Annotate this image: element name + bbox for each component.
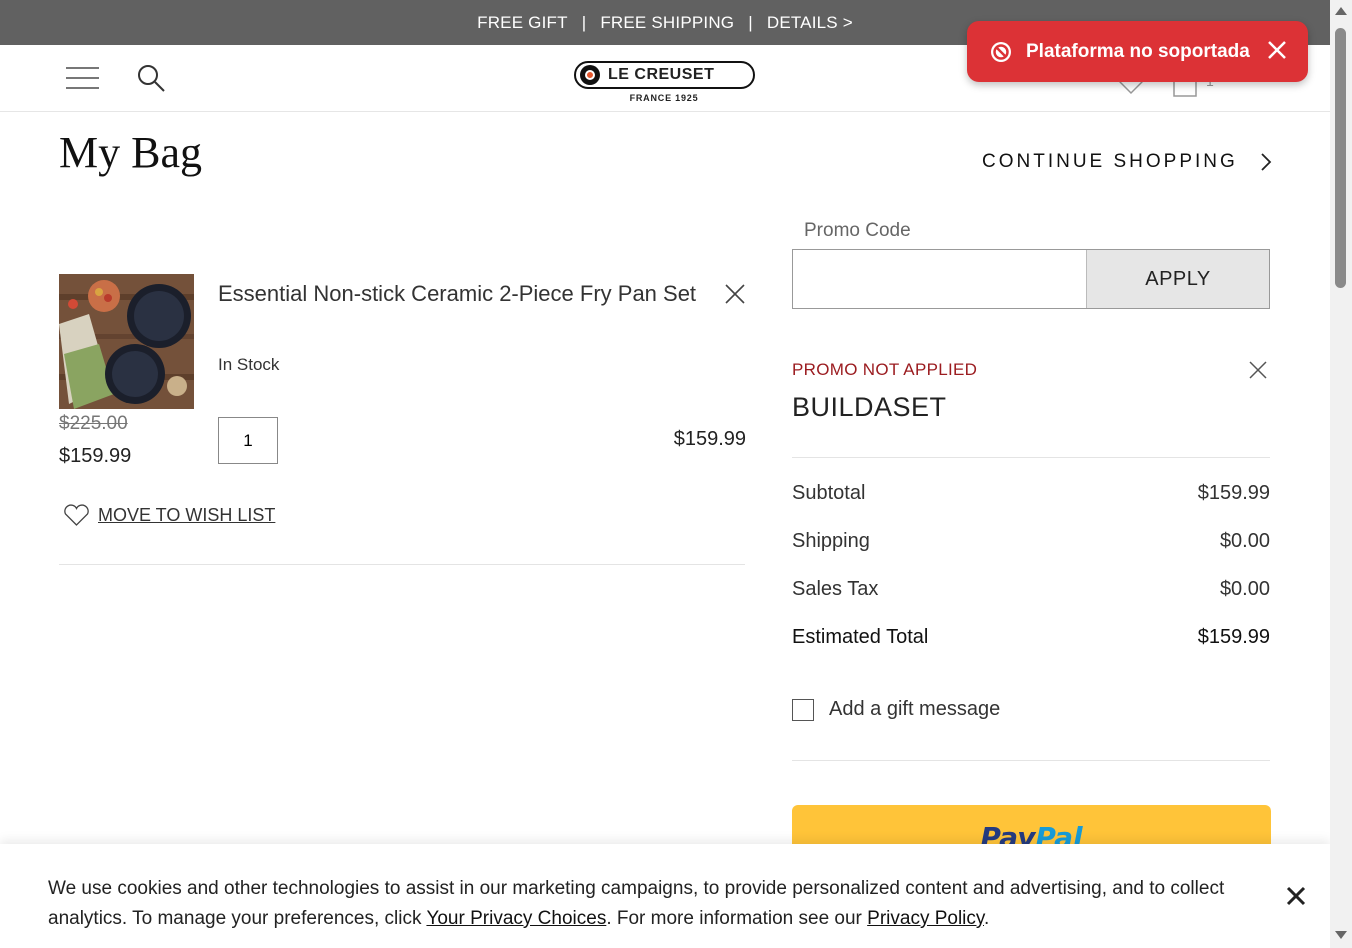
estimated-total-value: $159.99: [1197, 626, 1270, 648]
stock-status: In Stock: [218, 355, 280, 374]
sales-tax-label: Sales Tax: [792, 578, 879, 600]
brand-logo[interactable]: LE CREUSET FRANCE 1925: [574, 61, 756, 109]
divider: [792, 457, 1270, 458]
gift-message-checkbox[interactable]: [792, 698, 814, 721]
gift-message-label: Add a gift message: [829, 698, 1001, 720]
scroll-thumb[interactable]: [1335, 28, 1346, 288]
gift-message-option[interactable]: Add a gift message: [792, 698, 1000, 721]
product-image[interactable]: [59, 274, 194, 409]
applied-promo-code: BUILDASET: [792, 392, 947, 422]
heart-icon: [64, 504, 89, 526]
estimated-total-label: Estimated Total: [792, 626, 929, 648]
original-price: $225.00: [59, 413, 128, 434]
line-total-price: $159.99: [673, 428, 746, 450]
subtotal-label: Subtotal: [792, 482, 866, 504]
sales-tax-value: $0.00: [1219, 578, 1270, 600]
chevron-right-icon: [1261, 153, 1272, 171]
scroll-down-arrow-icon[interactable]: [1335, 931, 1347, 939]
estimated-total-row: Estimated Total $159.99: [792, 626, 1270, 649]
continue-shopping-link[interactable]: CONTINUE SHOPPING: [982, 151, 1272, 173]
page-scrollbar[interactable]: [1330, 0, 1352, 948]
shipping-row: Shipping $0.00: [792, 530, 1270, 553]
scroll-up-arrow-icon[interactable]: [1335, 7, 1347, 15]
search-icon[interactable]: [136, 63, 166, 93]
subtotal-value: $159.99: [1197, 482, 1270, 504]
divider: [792, 760, 1270, 761]
product-name-link[interactable]: Essential Non-stick Ceramic 2-Piece Fry …: [218, 276, 698, 312]
cookie-message: We use cookies and other technologies to…: [48, 874, 1238, 934]
apply-promo-button[interactable]: APPLY: [1086, 250, 1269, 308]
promo-code-label: Promo Code: [804, 220, 911, 241]
menu-icon[interactable]: [66, 67, 99, 89]
privacy-choices-link[interactable]: Your Privacy Choices: [426, 908, 606, 929]
logo-subtitle: FRANCE 1925: [629, 93, 699, 103]
remove-promo-icon[interactable]: [1247, 359, 1269, 381]
subtotal-row: Subtotal $159.99: [792, 482, 1270, 505]
remove-item-icon[interactable]: [724, 283, 746, 305]
divider: [59, 564, 745, 565]
promo-code-form: APPLY: [792, 249, 1270, 309]
page-title: My Bag: [59, 128, 202, 177]
move-to-wishlist[interactable]: MOVE TO WISH LIST: [63, 504, 275, 527]
error-toast: Plataforma no soportada: [967, 21, 1308, 82]
quantity-input[interactable]: [218, 417, 278, 464]
cookie-banner: We use cookies and other technologies to…: [0, 844, 1330, 948]
banner-separator: |: [748, 12, 753, 32]
free-gift-link[interactable]: FREE GIFT: [477, 13, 568, 33]
banner-separator: |: [581, 12, 587, 32]
free-shipping-link[interactable]: FREE SHIPPING: [600, 13, 734, 33]
close-cookie-icon[interactable]: [1284, 884, 1308, 908]
blocked-icon: [991, 41, 1011, 62]
shipping-label: Shipping: [792, 530, 870, 552]
promo-status: PROMO NOT APPLIED: [792, 360, 978, 379]
details-link[interactable]: DETAILS >: [767, 13, 853, 33]
logo-text: LE CREUSET: [608, 66, 715, 83]
close-icon[interactable]: [1266, 39, 1288, 61]
promo-code-input[interactable]: [793, 250, 1086, 308]
toast-message: Plataforma no soportada: [1026, 40, 1250, 62]
continue-shopping-label: CONTINUE SHOPPING: [982, 151, 1238, 172]
cookie-text-3: .: [984, 908, 990, 929]
logo-flame-icon: [580, 65, 600, 85]
privacy-policy-link[interactable]: Privacy Policy: [867, 908, 984, 929]
sale-price: $159.99: [59, 445, 132, 467]
cookie-text-2: . For more information see our: [606, 908, 868, 929]
move-to-wishlist-link[interactable]: MOVE TO WISH LIST: [98, 505, 275, 526]
sales-tax-row: Sales Tax $0.00: [792, 578, 1270, 601]
shipping-value: $0.00: [1219, 530, 1270, 552]
